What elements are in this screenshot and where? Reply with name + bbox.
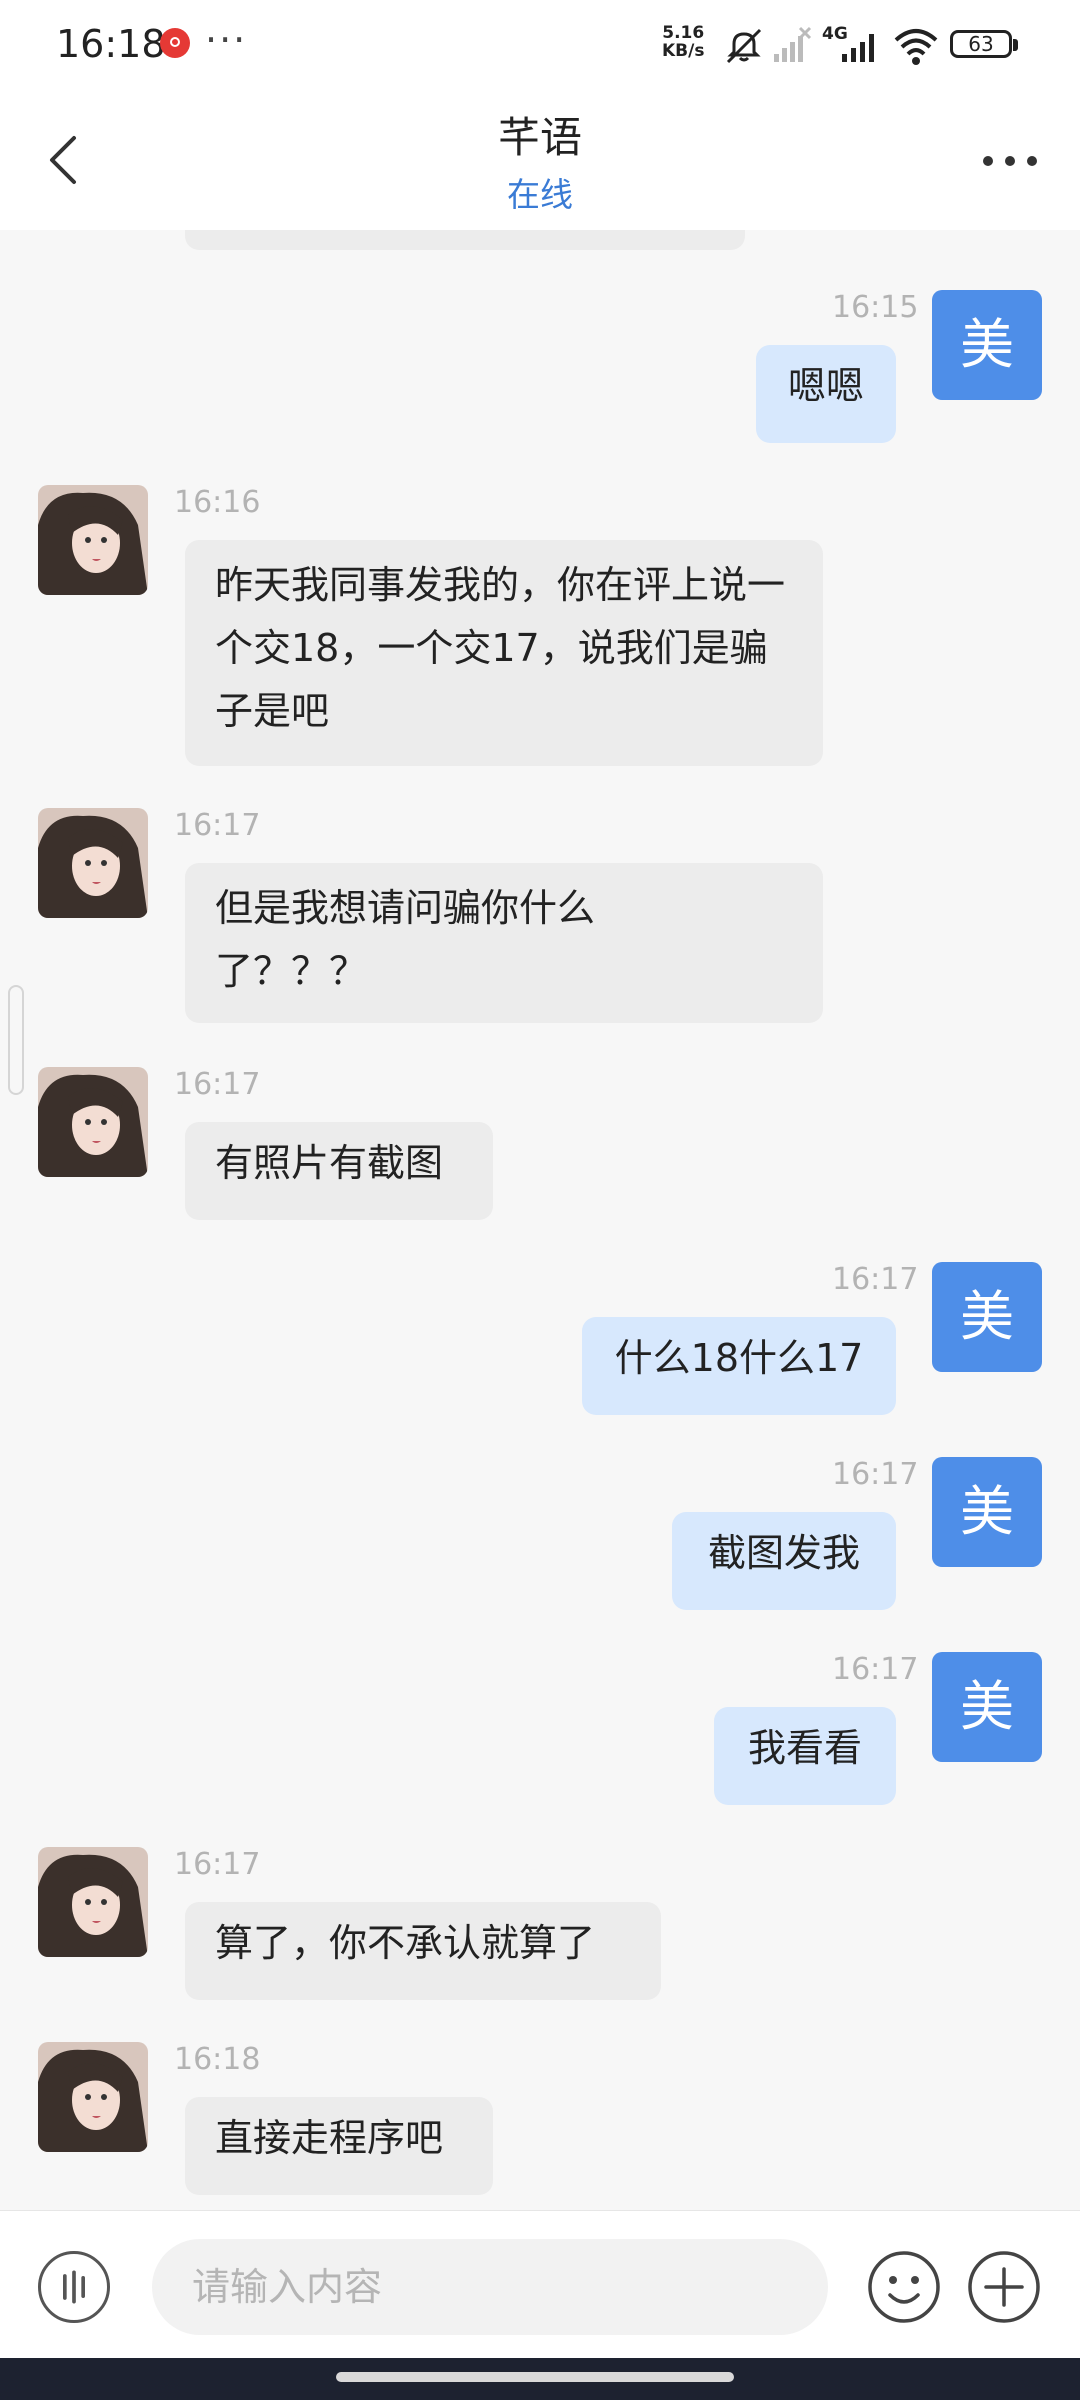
network-speed-value: 5.16 — [662, 23, 705, 43]
message-bubble-in[interactable]: 直接走程序吧 — [185, 2097, 493, 2195]
chat-title: 芊语 — [497, 113, 582, 162]
network-speed-unit: KB/s — [662, 41, 705, 61]
wifi-icon — [894, 29, 938, 65]
my-avatar[interactable]: 美 — [932, 290, 1042, 400]
input-bar — [0, 2210, 1080, 2359]
message-time: 16:16 — [174, 485, 261, 520]
message-time: 16:18 — [174, 2042, 261, 2077]
message-bubble-in[interactable]: 有照片有截图 — [185, 1122, 493, 1220]
contact-avatar[interactable] — [38, 808, 148, 918]
message-time: 16:17 — [174, 1067, 261, 1102]
message-bubble-out[interactable]: 截图发我 — [672, 1512, 896, 1610]
plus-icon[interactable] — [966, 2249, 1042, 2325]
home-indicator[interactable] — [336, 2372, 734, 2382]
battery-icon: 63 — [950, 30, 1018, 58]
message-bubble-in[interactable]: 算了，你不承认就算了 — [185, 1902, 661, 2000]
navigation-bar — [0, 2358, 1080, 2400]
contact-avatar[interactable] — [38, 1847, 148, 1957]
message-bubble-out[interactable]: 我看看 — [714, 1707, 896, 1805]
chat-header: 芊语 在线 — [0, 90, 1080, 230]
my-avatar[interactable]: 美 — [932, 1652, 1042, 1762]
partial-message-bubble — [185, 230, 745, 250]
contact-avatar-image — [38, 1847, 148, 1957]
message-time: 16:17 — [832, 1262, 919, 1297]
status-more: ··· — [205, 18, 248, 62]
message-time: 16:17 — [174, 1847, 261, 1882]
status-time: 16:18 — [56, 22, 166, 66]
message-list[interactable]: 美 16:15 嗯嗯 16:16 昨天我同事发我的，你在评上说一个交18，一个交… — [0, 230, 1080, 2210]
my-avatar[interactable]: 美 — [932, 1262, 1042, 1372]
message-bubble-in[interactable]: 昨天我同事发我的，你在评上说一个交18，一个交17，说我们是骗子是吧 — [185, 540, 823, 766]
contact-avatar-image — [38, 485, 148, 595]
message-time: 16:17 — [832, 1652, 919, 1687]
my-avatar[interactable]: 美 — [932, 1457, 1042, 1567]
contact-avatar[interactable] — [38, 2042, 148, 2152]
message-time: 16:15 — [832, 290, 919, 325]
message-bubble-out[interactable]: 什么18什么17 — [582, 1317, 896, 1415]
contact-avatar-image — [38, 808, 148, 918]
voice-icon[interactable] — [38, 2251, 110, 2323]
message-input[interactable] — [152, 2239, 828, 2335]
more-horizontal-icon[interactable] — [980, 152, 1040, 170]
scrollbar[interactable] — [8, 985, 24, 1095]
status-bar: 16:18 ··· 5.16 KB/s 4G 63 — [0, 0, 1080, 90]
contact-avatar[interactable] — [38, 1067, 148, 1177]
network-speed: 5.16 KB/s — [662, 24, 704, 60]
signal-2-icon — [842, 34, 874, 62]
message-time: 16:17 — [174, 808, 261, 843]
mute-icon — [726, 28, 762, 64]
message-bubble-in[interactable]: 但是我想请问骗你什么了？？？ — [185, 863, 823, 1023]
emoji-icon[interactable] — [866, 2249, 942, 2325]
contact-avatar-image — [38, 2042, 148, 2152]
signal-1-icon — [774, 26, 812, 62]
recording-icon — [160, 28, 190, 58]
online-status: 在线 — [507, 175, 573, 214]
contact-avatar-image — [38, 1067, 148, 1177]
message-time: 16:17 — [832, 1457, 919, 1492]
contact-avatar[interactable] — [38, 485, 148, 595]
message-bubble-out[interactable]: 嗯嗯 — [756, 345, 896, 443]
